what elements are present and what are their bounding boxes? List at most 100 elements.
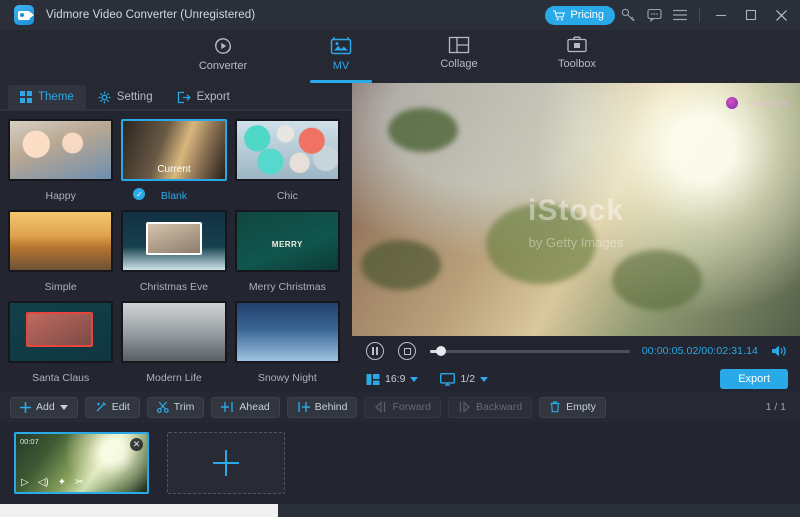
progress-slider[interactable] <box>430 346 630 356</box>
chevron-down-icon[interactable] <box>59 404 68 410</box>
plus-icon <box>213 450 239 476</box>
ahead-button[interactable]: Ahead <box>211 396 280 418</box>
theme-item-merry-christmas[interactable]: MERRY Merry Christmas <box>234 210 340 293</box>
theme-thumbnail <box>8 119 114 181</box>
nav-item-toolbox[interactable]: Toolbox <box>538 30 616 83</box>
getty-watermark: by Getty Images <box>528 234 624 250</box>
close-button[interactable] <box>766 0 796 30</box>
behind-button[interactable]: Behind <box>286 396 358 418</box>
player-row-primary: 00:00:05.02/00:02:31.14 <box>352 336 800 366</box>
merry-badge: MERRY <box>271 239 303 249</box>
message-icon[interactable] <box>641 0 667 30</box>
screen-split-value: 1/2 <box>460 373 476 385</box>
edit-button[interactable]: Edit <box>84 396 140 418</box>
theme-item-snowy-night[interactable]: Snowy Night <box>234 301 340 384</box>
theme-selected-check-icon: ✓ <box>133 188 146 200</box>
clip-play-icon[interactable]: ▷ <box>21 477 29 488</box>
empty-label: Empty <box>566 401 596 413</box>
backward-label: Backward <box>475 401 523 413</box>
theme-item-blank[interactable]: Current ✓ Blank <box>121 119 227 202</box>
tab-theme-label: Theme <box>38 91 74 103</box>
player-row-secondary: 16:9 1/2 Export <box>352 366 800 392</box>
screen-split-selector[interactable]: 1/2 <box>440 372 489 386</box>
theme-item-simple[interactable]: Simple <box>8 210 114 293</box>
stop-button[interactable] <box>398 342 416 360</box>
current-theme-badge: Current <box>157 164 191 175</box>
volume-icon <box>771 344 787 358</box>
scissors-icon <box>156 401 169 413</box>
magic-wand-icon <box>95 401 107 413</box>
theme-item-santa-claus[interactable]: Santa Claus <box>8 301 114 384</box>
chevron-down-icon[interactable] <box>410 376 419 382</box>
app-logo-icon <box>14 5 34 25</box>
page-indicator: 1 / 1 <box>765 401 786 413</box>
theme-item-christmas-eve[interactable]: Christmas Eve <box>121 210 227 293</box>
grid-squares-icon <box>20 91 32 103</box>
theme-thumbnail <box>234 301 340 363</box>
insert-ahead-icon <box>221 401 234 413</box>
theme-item-modern-life[interactable]: Modern Life <box>121 301 227 384</box>
clip-scissors-icon[interactable]: ✂ <box>75 477 83 488</box>
timeline-clip[interactable]: 00:07 ✕ ▷ ◁) ✦ ✂ <box>14 432 149 494</box>
title-bar: Vidmore Video Converter (Unregistered) P… <box>0 0 800 30</box>
mv-picture-icon <box>329 35 353 57</box>
clip-effects-icon[interactable]: ✦ <box>58 477 66 488</box>
tab-setting[interactable]: Setting <box>86 85 165 109</box>
gear-icon <box>98 91 111 104</box>
tab-export[interactable]: Export <box>165 85 242 109</box>
main-navigation: Converter MV Collage Toolbox <box>0 30 800 83</box>
theme-grid: Happy Current ✓ Blank Chic Simple Christ… <box>0 111 352 392</box>
monitor-icon <box>440 372 456 386</box>
trim-button[interactable]: Trim <box>146 396 205 418</box>
add-clip-placeholder[interactable] <box>167 432 285 494</box>
pause-button[interactable] <box>366 342 384 360</box>
forward-label: Forward <box>392 401 431 413</box>
titlebar-divider <box>699 8 700 22</box>
theme-item-chic[interactable]: Chic <box>234 119 340 202</box>
theme-label: Happy <box>45 190 76 202</box>
chevron-down-icon[interactable] <box>480 376 489 382</box>
theme-item-happy[interactable]: Happy <box>8 119 114 202</box>
plus-icon <box>20 401 31 413</box>
theme-label: Simple <box>44 281 77 293</box>
theme-thumbnail <box>121 301 227 363</box>
hamburger-menu-icon[interactable] <box>667 0 693 30</box>
theme-label: Modern Life <box>146 372 202 384</box>
aspect-ratio-selector[interactable]: 16:9 <box>366 373 419 386</box>
clip-close-icon[interactable]: ✕ <box>130 438 143 451</box>
minimize-button[interactable] <box>706 0 736 30</box>
horizontal-scrollbar[interactable] <box>0 504 800 517</box>
tab-theme[interactable]: Theme <box>8 85 86 109</box>
theme-label: Chic <box>276 190 298 202</box>
export-arrow-icon <box>177 91 191 104</box>
clip-toolbar: Add Edit Trim Ahead Behind Forward Backw… <box>0 392 800 422</box>
nav-item-collage[interactable]: Collage <box>420 30 498 83</box>
video-preview[interactable]: iStock by Getty Images lnstagBanc <box>352 83 800 336</box>
move-backward-icon <box>458 401 471 413</box>
key-icon[interactable] <box>615 0 641 30</box>
add-button[interactable]: Add <box>10 396 78 418</box>
pricing-button[interactable]: Pricing <box>545 5 615 25</box>
stop-icon <box>403 347 411 355</box>
istock-watermark: iStock <box>527 194 625 228</box>
application-window: Vidmore Video Converter (Unregistered) P… <box>0 0 800 517</box>
nav-label-mv: MV <box>332 60 350 72</box>
trash-icon <box>549 401 561 413</box>
theme-thumbnail <box>234 119 340 181</box>
volume-button[interactable] <box>766 344 792 358</box>
ahead-label: Ahead <box>239 401 270 413</box>
theme-label: Merry Christmas <box>248 281 326 293</box>
clip-tool-row: ▷ ◁) ✦ ✂ <box>21 477 84 488</box>
progress-knob[interactable] <box>436 346 446 356</box>
clip-volume-icon[interactable]: ◁) <box>38 477 49 488</box>
export-button[interactable]: Export <box>720 369 788 389</box>
add-label: Add <box>36 401 55 413</box>
theme-label: Christmas Eve <box>139 281 209 293</box>
nav-item-mv[interactable]: MV <box>302 30 380 83</box>
horizontal-scrollbar-thumb[interactable] <box>0 504 278 517</box>
maximize-button[interactable] <box>736 0 766 30</box>
toolbox-icon <box>566 35 588 55</box>
nav-item-converter[interactable]: Converter <box>184 30 262 83</box>
empty-button[interactable]: Empty <box>539 396 606 418</box>
shopping-cart-icon <box>553 10 566 21</box>
